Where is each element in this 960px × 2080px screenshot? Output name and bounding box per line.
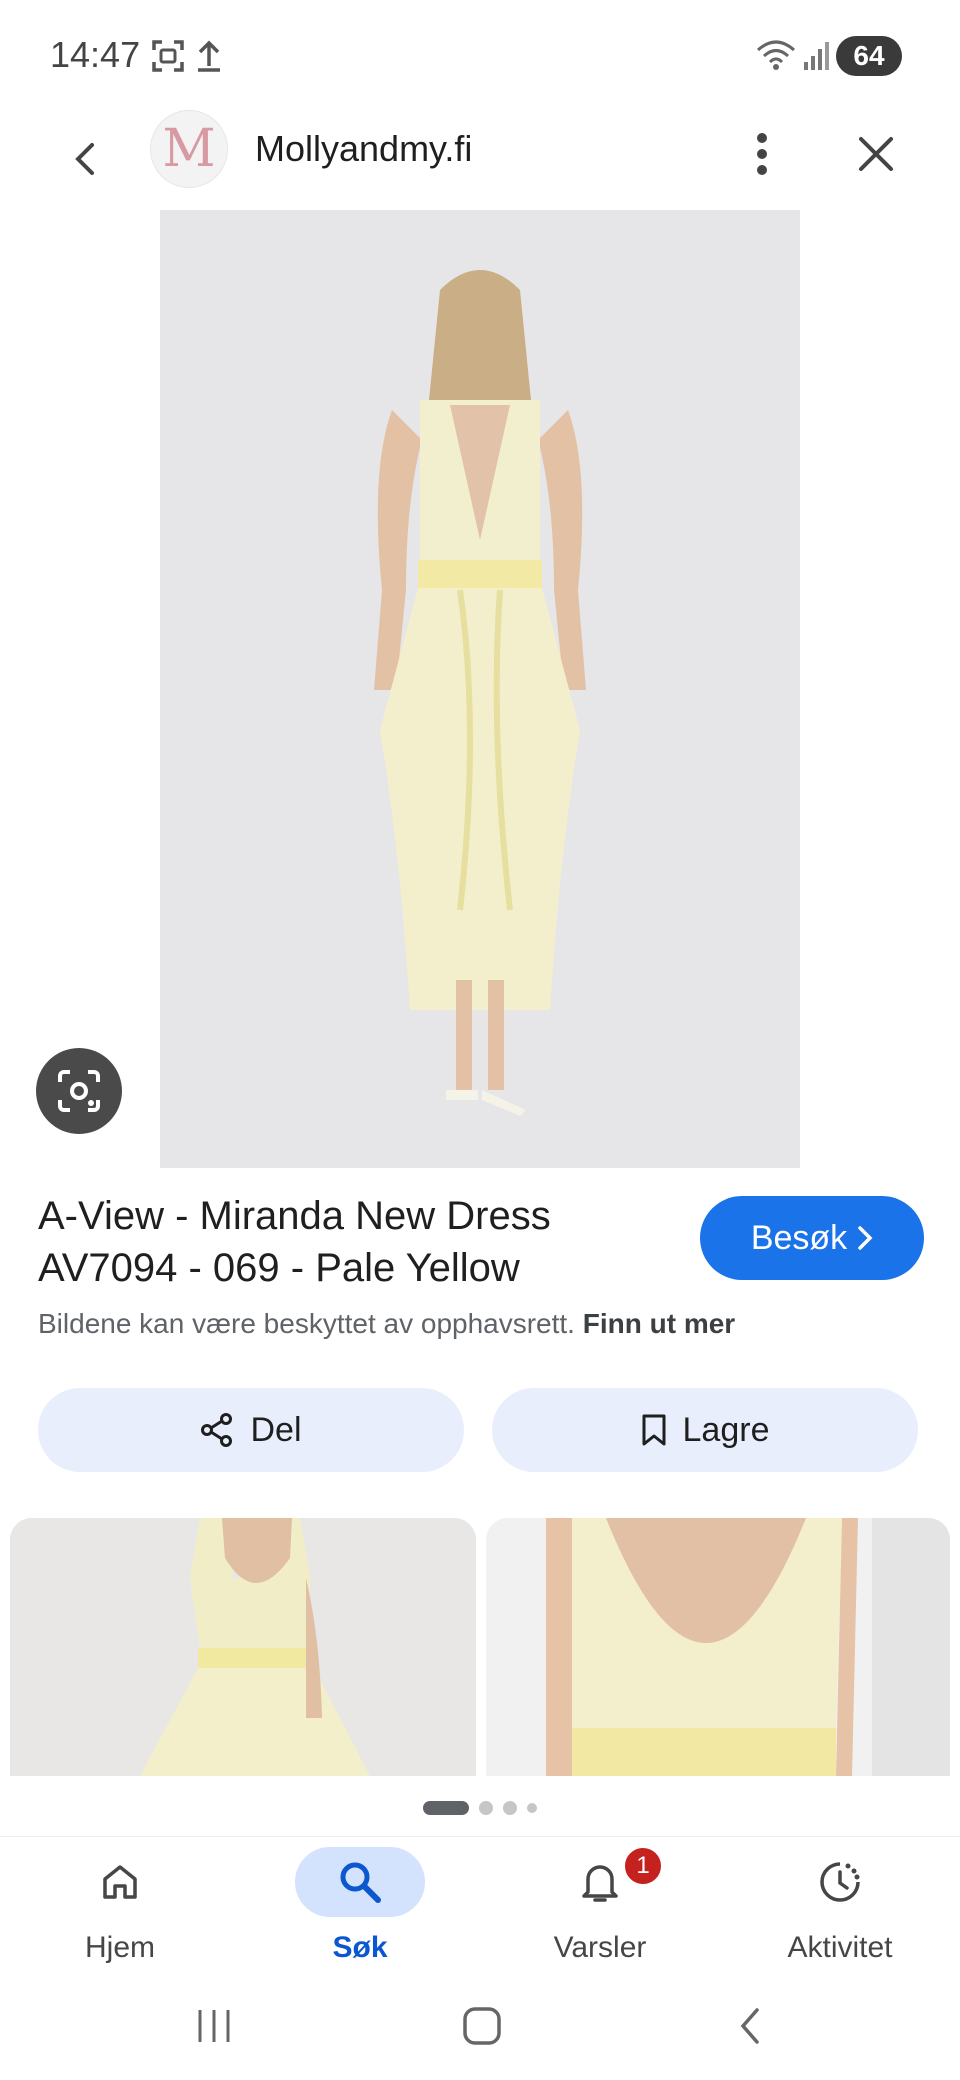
nav-label: Hjem xyxy=(84,1931,155,1964)
nav-icon-container xyxy=(775,1847,905,1917)
status-bar: 14:47 64 xyxy=(0,0,960,110)
home-icon xyxy=(103,1865,137,1899)
back-arrow-icon xyxy=(740,2008,759,2044)
nav-item-home[interactable]: Hjem xyxy=(0,1837,240,1977)
close-icon xyxy=(859,137,893,171)
visit-button[interactable]: Besøk xyxy=(700,1196,924,1280)
nav-label: Aktivitet xyxy=(787,1931,893,1964)
nav-icon-container xyxy=(55,1847,185,1917)
search-icon xyxy=(340,1862,381,1903)
status-time: 14:47 xyxy=(50,34,141,75)
page-indicator-dot xyxy=(479,1801,493,1815)
product-image[interactable] xyxy=(160,210,800,1168)
copyright-notice: Bildene kan være beskyttet av opphavsret… xyxy=(38,1308,735,1340)
related-image[interactable] xyxy=(10,1518,476,1776)
dress-illustration xyxy=(160,210,800,1168)
chevron-left-icon xyxy=(75,143,94,175)
learn-more-link[interactable]: Finn ut mer xyxy=(583,1308,735,1339)
home-square-icon xyxy=(463,2007,501,2045)
more-options-button[interactable] xyxy=(740,126,784,182)
page-indicator-active xyxy=(423,1801,469,1815)
related-image[interactable] xyxy=(486,1518,950,1776)
signal-icon xyxy=(804,42,829,70)
battery-indicator: 64 xyxy=(836,36,902,76)
nav-item-search[interactable]: Søk xyxy=(240,1837,480,1977)
bottom-navigation: Hjem Søk 1 Varsler Aktivitet xyxy=(0,1836,960,1976)
bookmark-icon xyxy=(642,1414,666,1446)
save-button[interactable]: Lagre xyxy=(492,1388,918,1472)
image-viewer xyxy=(0,210,960,1168)
upload-icon xyxy=(198,40,220,72)
copyright-text: Bildene kan være beskyttet av opphavsret… xyxy=(38,1308,575,1339)
more-vert-icon xyxy=(757,133,767,175)
system-navigation-bar xyxy=(0,1976,960,2080)
site-name[interactable]: Mollyandmy.fi xyxy=(255,128,472,170)
close-button[interactable] xyxy=(848,126,904,182)
activity-icon xyxy=(820,1862,860,1902)
recent-apps-icon xyxy=(198,2010,230,2042)
bell-icon xyxy=(582,1865,618,1902)
site-logo: M xyxy=(150,110,228,188)
share-button[interactable]: Del xyxy=(38,1388,464,1472)
screenshot-icon xyxy=(152,40,184,72)
recent-apps-button[interactable] xyxy=(184,1996,244,2056)
related-image-illustration xyxy=(486,1518,950,1776)
system-back-button[interactable] xyxy=(720,1996,780,2056)
share-button-label: Del xyxy=(250,1410,302,1449)
google-lens-button[interactable] xyxy=(36,1048,122,1134)
chevron-right-icon xyxy=(858,1226,873,1250)
lens-icon xyxy=(58,1070,100,1112)
nav-item-activity[interactable]: Aktivitet xyxy=(720,1837,960,1977)
home-button[interactable] xyxy=(452,1996,512,2056)
product-title: A-View - Miranda New Dress AV7094 - 069 … xyxy=(38,1194,551,1290)
back-button[interactable] xyxy=(58,132,112,186)
notification-badge: 1 xyxy=(622,1845,664,1887)
nav-label: Søk xyxy=(332,1931,388,1964)
page-indicator xyxy=(0,1798,960,1818)
related-image-illustration xyxy=(10,1518,476,1776)
save-button-label: Lagre xyxy=(682,1410,770,1449)
browser-header: M Mollyandmy.fi xyxy=(0,110,960,210)
share-icon xyxy=(201,1413,233,1447)
wifi-icon xyxy=(757,40,795,70)
site-logo-letter: M xyxy=(162,119,216,179)
visit-button-label: Besøk xyxy=(750,1218,848,1257)
page-indicator-dot xyxy=(503,1801,517,1815)
nav-item-notifications[interactable]: 1 Varsler xyxy=(480,1837,720,1977)
page-indicator-dot xyxy=(527,1803,537,1813)
nav-icon-container xyxy=(295,1847,425,1917)
nav-label: Varsler xyxy=(553,1931,647,1964)
